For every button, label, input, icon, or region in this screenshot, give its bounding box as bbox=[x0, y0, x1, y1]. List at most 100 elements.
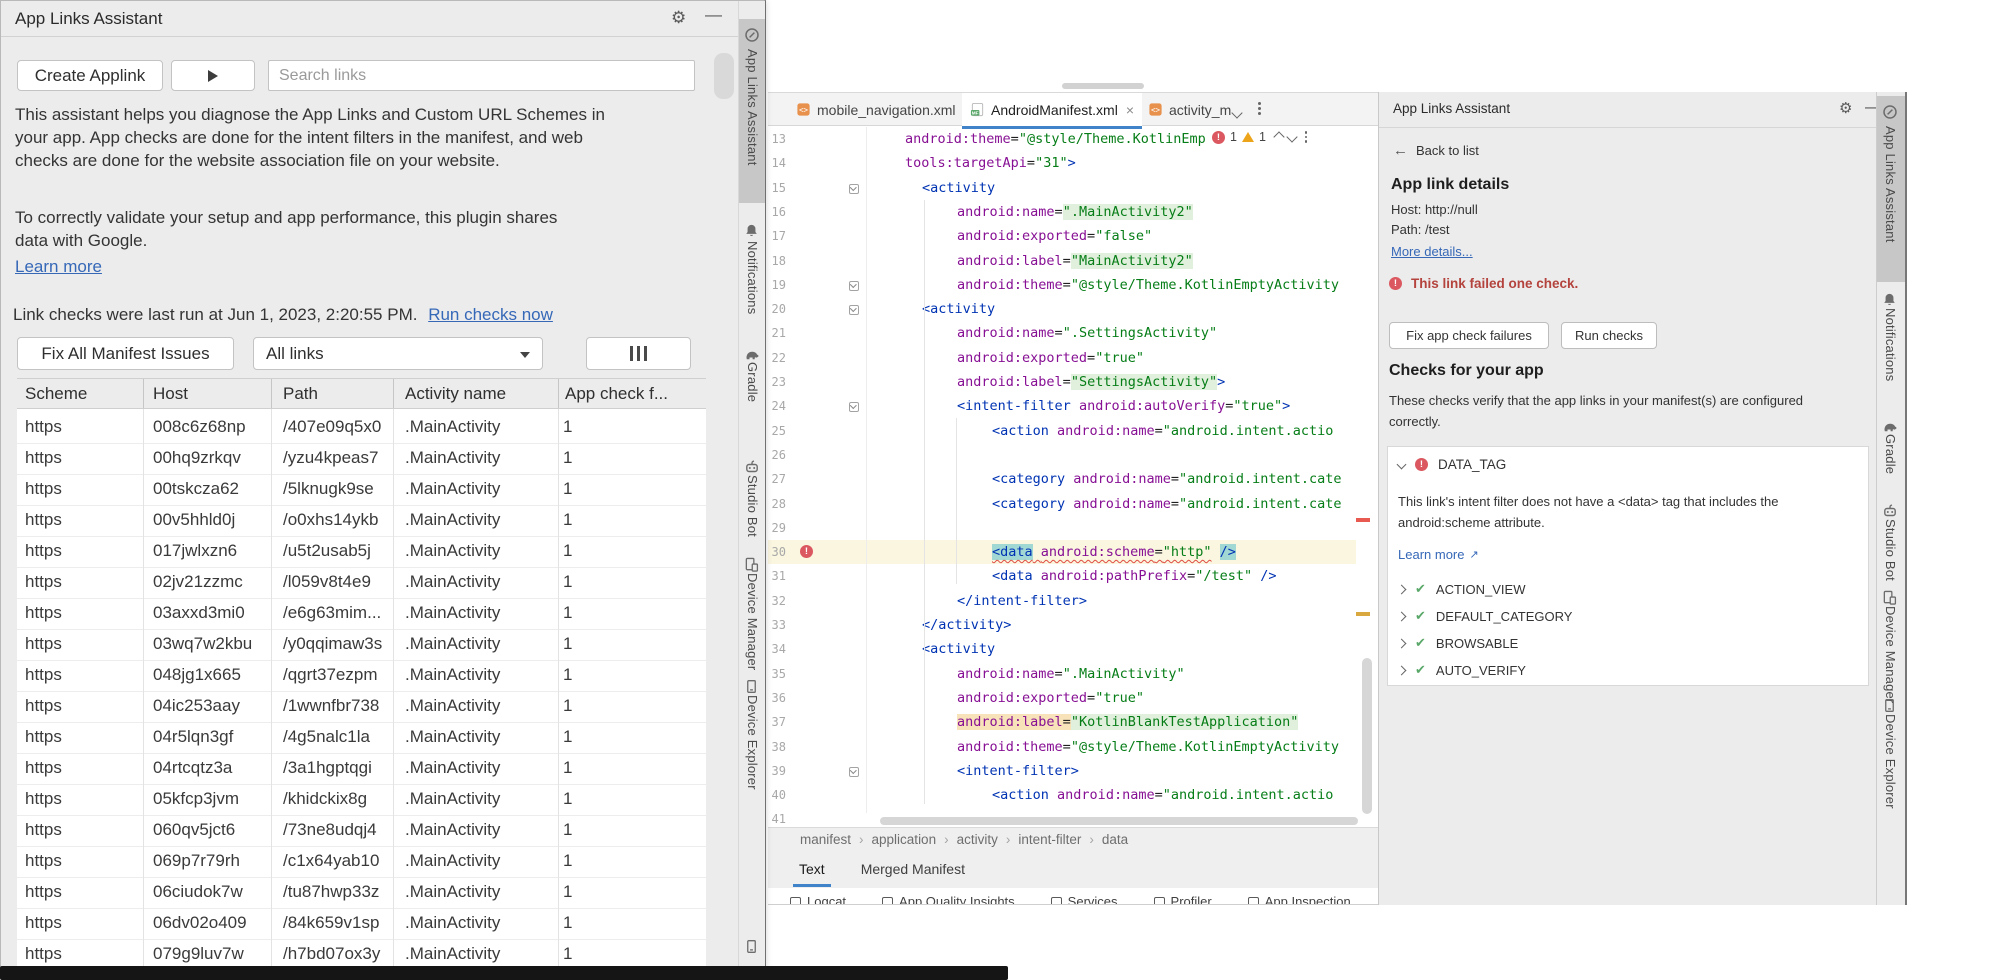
table-row[interactable]: https060qv5jct6/73ne8udqj4.MainActivity1 bbox=[17, 816, 706, 847]
dock-item-app-quality-insights[interactable]: App Quality Insights bbox=[882, 889, 1015, 904]
stripe-tab-studio-bot[interactable]: Studio Bot bbox=[745, 475, 760, 537]
fix-app-check-failures-button[interactable]: Fix app check failures bbox=[1389, 322, 1549, 349]
tab-options-kebab-icon[interactable] bbox=[1258, 102, 1261, 115]
prev-issue-icon[interactable] bbox=[1273, 131, 1284, 142]
code-line[interactable]: android:label="MainActivity2" bbox=[957, 249, 1193, 273]
breadcrumb-item-activity[interactable]: activity bbox=[957, 832, 998, 847]
code-line[interactable]: <intent-filter> bbox=[957, 759, 1079, 783]
stripe-tab-app-links-assistant[interactable]: App Links Assistant bbox=[1883, 126, 1898, 243]
check-row-browsable[interactable]: ✔BROWSABLE bbox=[1398, 635, 1518, 651]
more-details-link[interactable]: More details... bbox=[1391, 244, 1473, 259]
expand-chevron-icon[interactable] bbox=[1397, 638, 1407, 648]
code-line[interactable]: <action android:name="android.intent.act… bbox=[992, 419, 1333, 443]
code-line[interactable]: </intent-filter> bbox=[957, 589, 1087, 613]
gear-icon[interactable]: ⚙ bbox=[1839, 99, 1852, 117]
fold-marker-icon[interactable] bbox=[849, 281, 859, 291]
code-line[interactable]: <activity bbox=[922, 297, 995, 321]
col-activity[interactable]: Activity name bbox=[405, 384, 506, 404]
stripe-tab-studio-bot[interactable]: Studio Bot bbox=[1883, 519, 1898, 581]
stripe-tab-device-manager[interactable]: Device Manager bbox=[1883, 606, 1898, 703]
fold-marker-icon[interactable] bbox=[849, 184, 859, 194]
breadcrumb-item-data[interactable]: data bbox=[1102, 832, 1128, 847]
table-row[interactable]: https048jg1x665/qgrt37ezpm.MainActivity1 bbox=[17, 661, 706, 692]
table-row[interactable]: https04r5lqn3gf/4g5nalc1la.MainActivity1 bbox=[17, 723, 706, 754]
code-line[interactable]: <category android:name="android.intent.c… bbox=[992, 492, 1342, 516]
fold-marker-icon[interactable] bbox=[849, 402, 859, 412]
device-icon[interactable] bbox=[744, 939, 760, 955]
code-line[interactable]: android:label="SettingsActivity"> bbox=[957, 370, 1225, 394]
code-line[interactable]: android:label="KotlinBlankTestApplicatio… bbox=[957, 710, 1298, 734]
fold-marker-icon[interactable] bbox=[849, 767, 859, 777]
breadcrumb-item-manifest[interactable]: manifest bbox=[800, 832, 851, 847]
check-row-action_view[interactable]: ✔ACTION_VIEW bbox=[1398, 581, 1525, 597]
bottom-tab-merged-manifest[interactable]: Merged Manifest bbox=[855, 853, 971, 887]
stripe-tab-device-manager[interactable]: Device Manager bbox=[745, 573, 760, 670]
table-row[interactable]: https00hq9zrkqv/yzu4kpeas7.MainActivity1 bbox=[17, 444, 706, 475]
code-line[interactable]: android:name=".MainActivity" bbox=[957, 662, 1185, 686]
minimize-icon[interactable]: — bbox=[705, 5, 722, 25]
next-issue-icon[interactable] bbox=[1286, 131, 1297, 142]
fix-all-manifest-issues-button[interactable]: Fix All Manifest Issues bbox=[17, 337, 234, 370]
dock-item-profiler[interactable]: Profiler bbox=[1154, 889, 1212, 904]
code-line[interactable]: <action android:name="android.intent.act… bbox=[992, 783, 1333, 807]
code-line[interactable]: android:theme="@style/Theme.KotlinEmptyA… bbox=[957, 273, 1339, 297]
check-row-default_category[interactable]: ✔DEFAULT_CATEGORY bbox=[1398, 608, 1572, 624]
code-line[interactable]: android:exported="false" bbox=[957, 224, 1152, 248]
col-path[interactable]: Path bbox=[283, 384, 318, 404]
table-row[interactable]: https06ciudok7w/tu87hwp33z.MainActivity1 bbox=[17, 878, 706, 909]
error-stripe-mark-red[interactable] bbox=[1356, 518, 1370, 522]
expand-chevron-icon[interactable] bbox=[1397, 611, 1407, 621]
back-to-list-link[interactable]: ← Back to list bbox=[1393, 142, 1479, 159]
code-line[interactable]: <activity bbox=[922, 637, 995, 661]
links-filter-dropdown[interactable]: All links bbox=[253, 337, 543, 370]
code-line[interactable]: <activity bbox=[922, 176, 995, 200]
stripe-tab-notifications[interactable]: Notifications bbox=[745, 241, 760, 314]
gutter-error-icon[interactable]: ! bbox=[800, 545, 813, 558]
code-line[interactable]: <intent-filter android:autoVerify="true"… bbox=[957, 394, 1290, 418]
search-input[interactable] bbox=[268, 60, 695, 91]
stripe-tab-app-links-assistant[interactable]: App Links Assistant bbox=[745, 49, 760, 166]
stripe-tab-device-explorer[interactable]: Device Explorer bbox=[745, 695, 760, 790]
run-checks-button[interactable]: Run checks bbox=[1561, 322, 1657, 349]
breadcrumb-item-application[interactable]: application bbox=[872, 832, 937, 847]
fold-marker-icon[interactable] bbox=[849, 305, 859, 315]
stripe-tab-device-explorer[interactable]: Device Explorer bbox=[1883, 714, 1898, 809]
code-line[interactable]: <category android:name="android.intent.c… bbox=[992, 467, 1342, 491]
stripe-tab-gradle[interactable]: Gradle bbox=[745, 362, 760, 402]
create-applink-button[interactable]: Create Applink bbox=[17, 60, 163, 91]
gear-icon[interactable]: ⚙ bbox=[671, 8, 686, 28]
table-row[interactable]: https02jv21zzmc/l059v8t4e9.MainActivity1 bbox=[17, 568, 706, 599]
col-scheme[interactable]: Scheme bbox=[25, 384, 87, 404]
expand-chevron-icon[interactable] bbox=[1397, 584, 1407, 594]
collapse-chevron-icon[interactable] bbox=[1397, 460, 1407, 470]
dock-item-logcat[interactable]: Logcat bbox=[790, 889, 846, 904]
table-row[interactable]: https008c6z68np/407e09q5x0.MainActivity1 bbox=[17, 413, 706, 444]
close-icon[interactable]: × bbox=[1126, 102, 1134, 118]
tab-activity_m[interactable]: <>activity_m bbox=[1140, 93, 1239, 126]
dock-item-services[interactable]: Services bbox=[1051, 889, 1118, 904]
stripe-tab-gradle[interactable]: Gradle bbox=[1883, 434, 1898, 474]
code-line[interactable]: </activity> bbox=[922, 613, 1011, 637]
table-row[interactable]: https00v5hhld0j/o0xhs14ykb.MainActivity1 bbox=[17, 506, 706, 537]
tab-AndroidManifest.xml[interactable]: MFAndroidManifest.xml× bbox=[962, 93, 1142, 129]
bottom-tab-text[interactable]: Text bbox=[793, 853, 831, 887]
table-row[interactable]: https03wq7w2kbu/y0qqimaw3s.MainActivity1 bbox=[17, 630, 706, 661]
table-row[interactable]: https05kfcp3jvm/khidckix8g.MainActivity1 bbox=[17, 785, 706, 816]
code-line[interactable]: tools:targetApi="31"> bbox=[905, 151, 1076, 175]
column-settings-button[interactable] bbox=[586, 337, 691, 370]
col-appcheck[interactable]: App check f... bbox=[565, 384, 668, 404]
inspection-widget[interactable]: ! 1 1 bbox=[1212, 130, 1307, 144]
learn-more-link[interactable]: Learn more bbox=[15, 257, 102, 277]
code-line[interactable]: android:theme="@style/Theme.KotlinEmp bbox=[905, 127, 1206, 151]
inspections-kebab-icon[interactable] bbox=[1305, 131, 1308, 143]
table-row[interactable]: https04ic253aay/1wwnfbr738.MainActivity1 bbox=[17, 692, 706, 723]
code-line[interactable]: android:name=".SettingsActivity" bbox=[957, 321, 1217, 345]
panel-scrollbar[interactable] bbox=[714, 53, 734, 99]
learn-more-link[interactable]: Learn more ↗ bbox=[1398, 547, 1479, 562]
error-stripe-mark-yellow[interactable] bbox=[1356, 612, 1370, 616]
editor-horizontal-scrollbar[interactable] bbox=[880, 817, 1358, 825]
play-button[interactable] bbox=[171, 60, 255, 91]
table-row[interactable]: https03axxd3mi0/e6g63mim....MainActivity… bbox=[17, 599, 706, 630]
code-line[interactable]: android:exported="true" bbox=[957, 346, 1144, 370]
tab-mobile_navigation.xml[interactable]: <>mobile_navigation.xml× bbox=[788, 93, 980, 126]
